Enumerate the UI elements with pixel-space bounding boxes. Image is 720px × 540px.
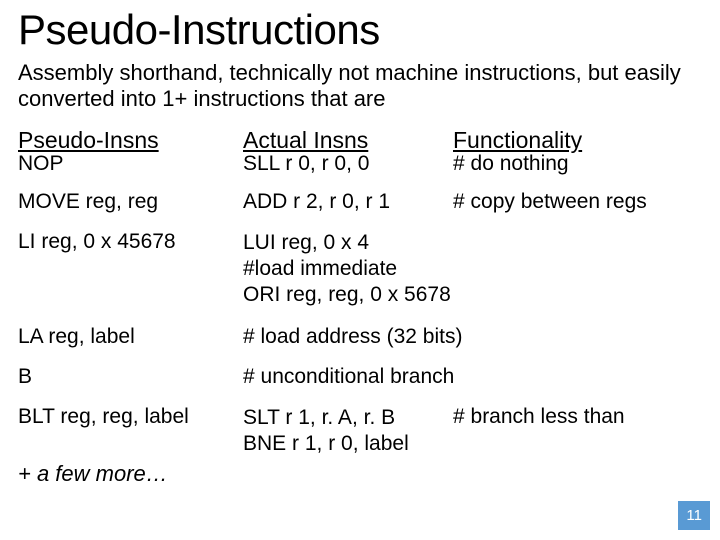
cell-actual: ADD r 2, r 0, r 1 — [243, 190, 453, 214]
header-functionality: Functionality — [453, 127, 702, 154]
cell-actual: SLT r 1, r. A, r. B BNE r 1, r 0, label — [243, 405, 453, 458]
table-row: B # unconditional branch — [18, 365, 702, 389]
footer-note: + a few more… — [18, 461, 702, 487]
table-row: BLT reg, reg, label SLT r 1, r. A, r. B … — [18, 405, 702, 458]
page-number: 11 — [678, 501, 710, 530]
actual-line2: ORI reg, reg, 0 x 5678 — [243, 283, 451, 306]
header-pseudo: Pseudo-Insns — [18, 127, 243, 154]
cell-pseudo: LA reg, label — [18, 325, 243, 349]
table-row: MOVE reg, reg ADD r 2, r 0, r 1 # copy b… — [18, 190, 702, 214]
table-row: LA reg, label # load address (32 bits) — [18, 325, 702, 349]
cell-func: # do nothing — [453, 152, 702, 176]
cell-rest: # unconditional branch — [243, 365, 702, 389]
cell-pseudo: LI reg, 0 x 45678 — [18, 230, 243, 254]
table-headers: Pseudo-Insns Actual Insns Functionality — [18, 127, 702, 154]
cell-pseudo: MOVE reg, reg — [18, 190, 243, 214]
slide-title: Pseudo-Instructions — [18, 6, 702, 54]
cell-func: # copy between regs — [453, 190, 702, 214]
table-row: LI reg, 0 x 45678 LUI reg, 0 x 4 #load i… — [18, 230, 702, 309]
actual-line2: BNE r 1, r 0, label — [243, 432, 409, 455]
actual-line1: LUI reg, 0 x 4 — [243, 231, 369, 254]
cell-actual: SLL r 0, r 0, 0 — [243, 152, 453, 176]
cell-actual: LUI reg, 0 x 4 #load immediate ORI reg, … — [243, 230, 453, 309]
cell-pseudo: B — [18, 365, 243, 389]
cell-pseudo: NOP — [18, 152, 243, 176]
slide-content: Pseudo-Instructions Assembly shorthand, … — [0, 0, 720, 487]
cell-func: # branch less than — [453, 405, 702, 429]
actual-line1: SLT r 1, r. A, r. B — [243, 406, 395, 429]
header-actual: Actual Insns — [243, 127, 453, 154]
cell-rest: # load address (32 bits) — [243, 325, 702, 349]
slide-subtitle: Assembly shorthand, technically not mach… — [18, 60, 702, 113]
table-row: NOP SLL r 0, r 0, 0 # do nothing — [18, 152, 702, 176]
func-inline: #load immediate — [243, 257, 397, 280]
cell-pseudo: BLT reg, reg, label — [18, 405, 243, 429]
